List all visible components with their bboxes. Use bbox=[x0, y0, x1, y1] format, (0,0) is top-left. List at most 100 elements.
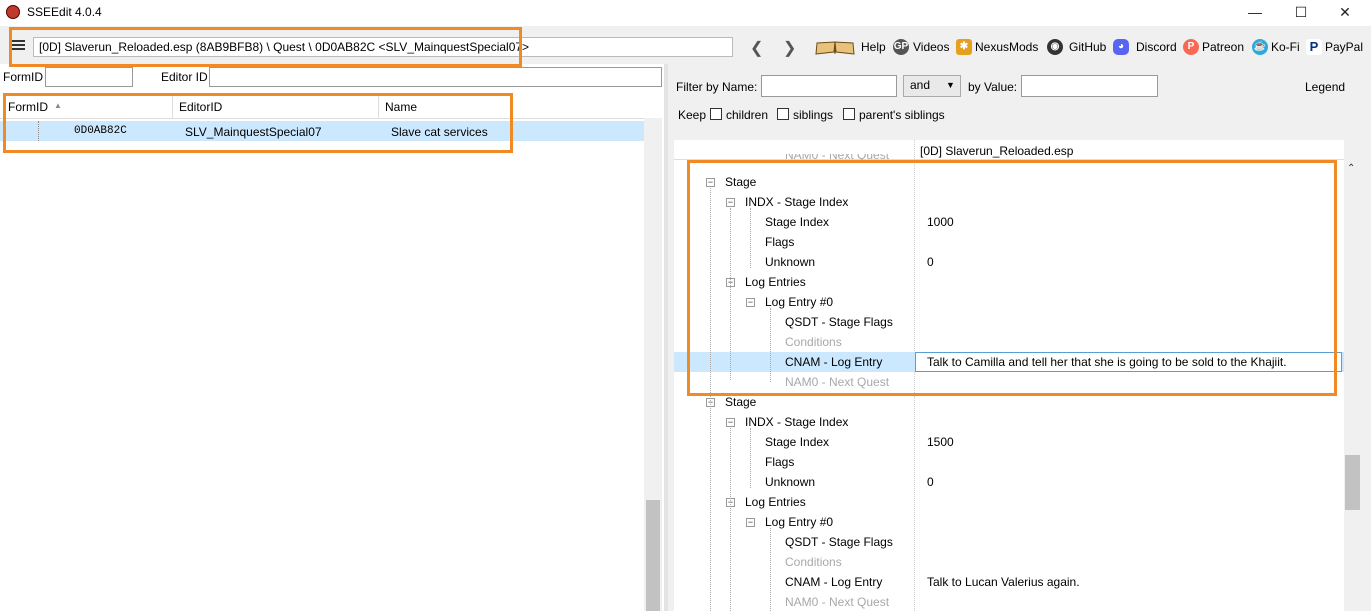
by-value-label: by Value: bbox=[968, 80, 1018, 94]
column-formid[interactable]: FormID bbox=[8, 100, 48, 114]
keep-siblings-checkbox[interactable] bbox=[777, 108, 789, 120]
unknown-value[interactable]: 0 bbox=[927, 475, 934, 489]
tree-node-log-entry[interactable]: Log Entry #0 bbox=[765, 295, 833, 309]
cnam-value[interactable]: Talk to Lucan Valerius again. bbox=[927, 575, 1080, 589]
hamburger-menu-icon[interactable] bbox=[11, 40, 25, 50]
help-link[interactable]: Help bbox=[861, 40, 886, 54]
window-title: SSEEdit 4.0.4 bbox=[27, 5, 102, 19]
record-tree bbox=[674, 140, 1344, 611]
collapse-icon[interactable]: − bbox=[746, 298, 755, 307]
paypal-icon[interactable]: P bbox=[1306, 39, 1322, 55]
tree-node-conditions[interactable]: Conditions bbox=[785, 555, 842, 569]
tree-node-log-entries[interactable]: Log Entries bbox=[745, 275, 806, 289]
collapse-icon[interactable]: − bbox=[726, 418, 735, 427]
collapse-icon[interactable]: − bbox=[726, 198, 735, 207]
legend-button[interactable]: Legend bbox=[1305, 80, 1345, 94]
maximize-button[interactable]: ☐ bbox=[1278, 0, 1324, 26]
kofi-icon[interactable]: ☕ bbox=[1252, 39, 1268, 55]
plugin-column-header: [0D] Slaverun_Reloaded.esp bbox=[920, 144, 1074, 158]
patreon-icon[interactable]: P bbox=[1183, 39, 1199, 55]
keep-children-label[interactable]: children bbox=[726, 108, 768, 122]
videos-icon[interactable]: GP bbox=[893, 39, 909, 55]
chevron-down-icon[interactable]: ▼ bbox=[946, 80, 955, 90]
book-icon[interactable] bbox=[814, 39, 856, 56]
keep-label: Keep bbox=[678, 108, 707, 122]
title-bar bbox=[0, 0, 1371, 26]
tree-guide-line bbox=[710, 188, 712, 611]
patreon-link[interactable]: Patreon bbox=[1202, 40, 1244, 54]
column-divider bbox=[172, 96, 173, 118]
editorid-filter-input[interactable] bbox=[209, 67, 662, 87]
tree-node-flags[interactable]: Flags bbox=[765, 455, 794, 469]
nexusmods-link[interactable]: NexusMods bbox=[975, 40, 1038, 54]
tree-guide-line bbox=[770, 528, 772, 611]
column-name[interactable]: Name bbox=[385, 100, 417, 114]
keep-siblings-label[interactable]: siblings bbox=[793, 108, 833, 122]
tree-node-stage[interactable]: Stage bbox=[725, 395, 756, 409]
tree-guide-line bbox=[750, 208, 752, 268]
editorid-filter-label: Editor ID bbox=[161, 70, 208, 84]
tree-node-flags[interactable]: Flags bbox=[765, 235, 794, 249]
formid-filter-input[interactable] bbox=[45, 67, 133, 87]
column-divider bbox=[378, 96, 379, 118]
forward-arrow-icon[interactable]: ❯ bbox=[783, 38, 796, 58]
close-button[interactable]: ✕ bbox=[1322, 0, 1368, 26]
tree-node-nam0[interactable]: NAM0 - Next Quest bbox=[785, 595, 889, 609]
row-name: Slave cat services bbox=[391, 125, 488, 139]
row-formid: 0D0AB82C bbox=[74, 125, 127, 137]
stage-index-value[interactable]: 1000 bbox=[927, 215, 954, 229]
tree-node-unknown[interactable]: Unknown bbox=[765, 255, 815, 269]
record-list-header bbox=[0, 96, 644, 119]
tree-node-indx[interactable]: INDX - Stage Index bbox=[745, 195, 848, 209]
minimize-button[interactable]: — bbox=[1232, 0, 1278, 26]
keep-parent-siblings-label[interactable]: parent's siblings bbox=[859, 108, 945, 122]
back-arrow-icon[interactable]: ❮ bbox=[750, 38, 763, 58]
collapse-icon[interactable]: − bbox=[746, 518, 755, 527]
discord-icon[interactable]: ◕ bbox=[1113, 39, 1129, 55]
filter-name-input[interactable] bbox=[761, 75, 897, 97]
tree-node-stage-index[interactable]: Stage Index bbox=[765, 215, 829, 229]
videos-link[interactable]: Videos bbox=[913, 40, 949, 54]
tree-node-qsdt[interactable]: QSDT - Stage Flags bbox=[785, 315, 893, 329]
tree-guide-line bbox=[730, 428, 732, 611]
unknown-value[interactable]: 0 bbox=[927, 255, 934, 269]
column-editorid[interactable]: EditorID bbox=[179, 100, 222, 114]
app-icon bbox=[6, 5, 20, 19]
cnam-value[interactable]: Talk to Camilla and tell her that she is… bbox=[927, 355, 1287, 369]
tree-scrollbar-thumb[interactable] bbox=[1345, 455, 1360, 510]
tree-guide-line bbox=[730, 208, 732, 380]
keep-children-checkbox[interactable] bbox=[710, 108, 722, 120]
tree-node-log-entries[interactable]: Log Entries bbox=[745, 495, 806, 509]
header-divider bbox=[674, 159, 1344, 160]
github-link[interactable]: GitHub bbox=[1069, 40, 1106, 54]
paypal-link[interactable]: PayPal bbox=[1325, 40, 1363, 54]
tree-node-cnam[interactable]: CNAM - Log Entry bbox=[785, 355, 882, 369]
row-editorid: SLV_MainquestSpecial07 bbox=[185, 125, 322, 139]
github-icon[interactable]: ◉ bbox=[1047, 39, 1063, 55]
stage-index-value[interactable]: 1500 bbox=[927, 435, 954, 449]
tree-column-divider bbox=[914, 140, 916, 611]
tree-node-stage[interactable]: Stage bbox=[725, 175, 756, 189]
tree-node-unknown[interactable]: Unknown bbox=[765, 475, 815, 489]
filter-value-input[interactable] bbox=[1021, 75, 1158, 97]
tree-node-cnam[interactable]: CNAM - Log Entry bbox=[785, 575, 882, 589]
scroll-up-icon[interactable]: ⌃ bbox=[1347, 163, 1355, 174]
kofi-link[interactable]: Ko-Fi bbox=[1271, 40, 1300, 54]
tree-node-log-entry[interactable]: Log Entry #0 bbox=[765, 515, 833, 529]
discord-link[interactable]: Discord bbox=[1136, 40, 1177, 54]
tree-node-partial: NAM0 - Next Quest bbox=[785, 154, 889, 160]
tree-guide-line bbox=[750, 428, 752, 488]
collapse-icon[interactable]: − bbox=[706, 178, 715, 187]
keep-parent-siblings-checkbox[interactable] bbox=[843, 108, 855, 120]
tree-guide-line bbox=[38, 121, 40, 141]
tree-node-conditions[interactable]: Conditions bbox=[785, 335, 842, 349]
tree-node-stage-index[interactable]: Stage Index bbox=[765, 435, 829, 449]
tree-guide-line bbox=[770, 308, 772, 382]
tree-node-qsdt[interactable]: QSDT - Stage Flags bbox=[785, 535, 893, 549]
tree-node-nam0[interactable]: NAM0 - Next Quest bbox=[785, 375, 889, 389]
tree-node-indx[interactable]: INDX - Stage Index bbox=[745, 415, 848, 429]
nexusmods-icon[interactable]: ✱ bbox=[956, 39, 972, 55]
left-scrollbar-thumb[interactable] bbox=[646, 500, 660, 611]
tree-scrollbar[interactable] bbox=[1344, 180, 1361, 611]
record-path-field[interactable]: [0D] Slaverun_Reloaded.esp (8AB9BFB8) \ … bbox=[33, 37, 733, 57]
